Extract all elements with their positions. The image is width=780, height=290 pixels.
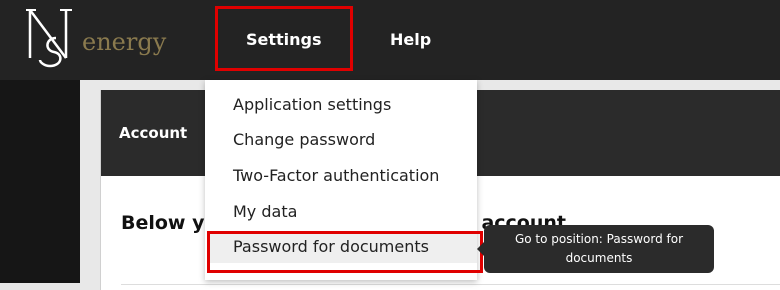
top-navbar: energy Settings Help [0,0,780,80]
tooltip: Go to position: Password for documents [477,225,714,273]
card-title: Account [119,124,188,142]
left-sidebar [0,80,80,283]
menu-item-my-data[interactable]: My data [233,196,297,228]
app-logo[interactable]: energy [22,4,182,74]
tooltip-text: Go to position: Password for documents [514,232,684,265]
menu-item-two-factor-authentication[interactable]: Two-Factor authentication [233,160,439,192]
tooltip-arrow-icon [477,242,484,256]
password-for-documents-highlight-frame [207,231,483,273]
menu-item-application-settings[interactable]: Application settings [233,89,391,121]
settings-highlight-frame [215,6,353,71]
nav-help[interactable]: Help [390,20,431,60]
divider [121,284,780,285]
logo-text: energy [82,28,167,56]
card-subtitle-start: Below y [121,212,205,234]
menu-item-change-password[interactable]: Change password [233,124,375,156]
